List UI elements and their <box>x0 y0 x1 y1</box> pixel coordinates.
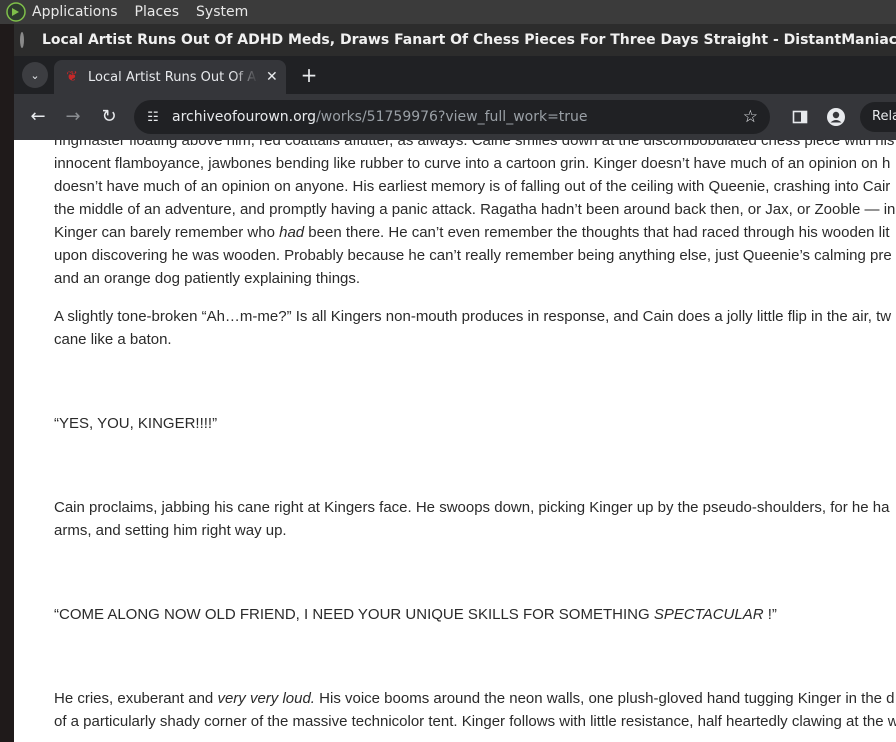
window-icon[interactable] <box>20 32 24 48</box>
side-panel-button[interactable] <box>788 105 812 129</box>
paragraph-line: arms, and setting him right way up. <box>54 522 287 539</box>
places-menu[interactable]: Places <box>135 4 180 20</box>
text-run: His voice booms around the neon walls, o… <box>314 690 895 707</box>
side-panel-icon <box>792 110 808 124</box>
paragraph-line: Cain proclaims, jabbing his cane right a… <box>54 499 890 516</box>
system-menu[interactable]: System <box>196 4 248 20</box>
star-icon[interactable]: ☆ <box>743 107 758 127</box>
text-run: !” <box>763 606 777 623</box>
close-icon[interactable]: ✕ <box>266 69 278 85</box>
text-run: He cries, exuberant and <box>54 690 218 707</box>
text-run: Kinger can barely remember who <box>54 224 280 241</box>
paragraph-line: “COME ALONG NOW OLD FRIEND, I NEED YOUR … <box>54 603 896 626</box>
emphasis-text: SPECTACULAR <box>653 606 764 623</box>
back-button[interactable]: ← <box>26 105 50 129</box>
paragraph-line: innocent flamboyance, jawbones bending l… <box>54 155 891 172</box>
url-host: archiveofourown.org <box>172 109 317 125</box>
forward-arrow-icon: → <box>65 106 81 127</box>
paragraph-line: He cries, exuberant and very very loud. … <box>54 687 896 710</box>
tab-strip: ⌄ ❦ Local Artist Runs Out Of ADHD Meds, … <box>14 56 896 94</box>
tune-icon[interactable]: ☷ <box>144 110 162 125</box>
url-path: /works/51759976?view_full_work=true <box>316 109 588 125</box>
emphasis-text: had <box>279 224 305 241</box>
window-titlebar[interactable]: Local Artist Runs Out Of ADHD Meds, Draw… <box>14 24 896 56</box>
paragraph-line: and an orange dog patiently explaining t… <box>54 270 361 287</box>
reload-icon: ↻ <box>101 106 117 127</box>
applications-menu[interactable]: Applications <box>32 4 118 20</box>
relaunch-button[interactable]: Rela <box>860 102 896 132</box>
browser-toolbar: ← → ↻ ☷ archiveofourown.org/works/517599… <box>14 94 896 140</box>
paragraph-line: A slightly tone-broken “Ah…m-me?” Is all… <box>54 308 892 325</box>
paragraph-line: cane like a baton. <box>54 331 172 348</box>
forward-button[interactable]: → <box>61 105 85 129</box>
paragraph-line: of a particularly shady corner of the ma… <box>54 713 896 730</box>
window-title: Local Artist Runs Out Of ADHD Meds, Draw… <box>42 32 896 48</box>
tab-title: Local Artist Runs Out Of ADHD Meds, Draw… <box>88 69 258 85</box>
browser-window: Local Artist Runs Out Of ADHD Meds, Draw… <box>14 24 896 742</box>
profile-icon <box>827 108 845 126</box>
reload-button[interactable]: ↻ <box>97 105 121 129</box>
paragraph-line: ringmaster floating above him, red coatt… <box>54 140 895 149</box>
desktop-background <box>0 24 14 742</box>
address-bar[interactable]: ☷ archiveofourown.org/works/51759976?vie… <box>134 100 770 134</box>
ao3-favicon-icon: ❦ <box>66 69 78 85</box>
new-tab-button[interactable]: + <box>298 64 320 86</box>
paragraph-line: Kinger can barely remember who had been … <box>54 221 896 244</box>
emphasis-text: very very loud. <box>217 690 315 707</box>
paragraph-line: “YES, YOU, KINGER!!!!” <box>54 415 218 432</box>
text-run: been there. He can’t even remember the t… <box>304 224 890 241</box>
chevron-down-icon: ⌄ <box>30 68 40 82</box>
tab-active[interactable]: ❦ Local Artist Runs Out Of ADHD Meds, Dr… <box>54 60 286 94</box>
tab-search-button[interactable]: ⌄ <box>22 62 48 88</box>
plus-icon: + <box>300 63 318 87</box>
page-content: ringmaster floating above him, red coatt… <box>14 140 896 742</box>
gnome-foot-icon[interactable] <box>6 2 26 22</box>
paragraph-line: upon discovering he was wooden. Probably… <box>54 247 892 264</box>
back-arrow-icon: ← <box>30 106 46 127</box>
work-chapter-text: ringmaster floating above him, red coatt… <box>54 140 896 733</box>
system-top-panel: Applications Places System <box>0 0 896 24</box>
text-run: “COME ALONG NOW OLD FRIEND, I NEED YOUR … <box>54 606 654 623</box>
profile-button[interactable] <box>824 105 848 129</box>
paragraph-line: doesn’t have much of an opinion on anyon… <box>54 178 891 195</box>
paragraph-line: the middle of an adventure, and promptly… <box>54 201 896 218</box>
